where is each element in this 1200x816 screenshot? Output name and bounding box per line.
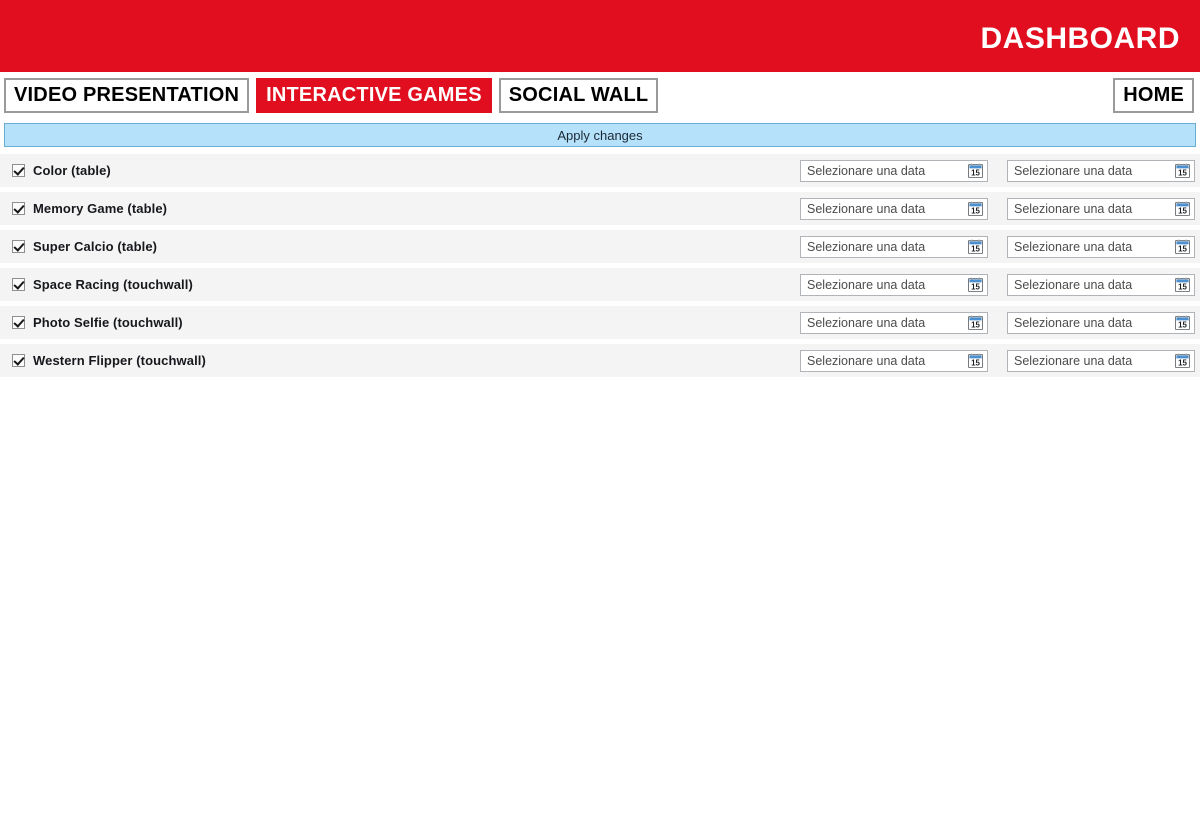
date-from-input[interactable]: Selezionare una data 15 [800,273,988,296]
calendar-icon[interactable]: 15 [1175,163,1190,178]
games-list: Color (table) Selezionare una data 15 Selez… [0,154,1200,377]
date-to-input[interactable]: Selezionare una data 15 [1007,273,1195,296]
home-button[interactable]: HOME [1113,77,1194,113]
svg-text:15: 15 [1178,282,1187,291]
row-date-group: Selezionare una data 15 Selezionare una da… [800,235,1195,258]
row-label-group: Western Flipper (touchwall) [0,353,206,368]
calendar-icon[interactable]: 15 [968,239,983,254]
calendar-icon[interactable]: 15 [1175,353,1190,368]
svg-text:15: 15 [971,320,980,329]
svg-text:15: 15 [1178,320,1187,329]
table-row: Western Flipper (touchwall) Selezionare u… [0,344,1200,377]
calendar-icon[interactable]: 15 [1175,239,1190,254]
row-date-group: Selezionare una data 15 Selezionare una da… [800,273,1195,296]
table-row: Memory Game (table) Selezionare una data 1… [0,192,1200,225]
row-label: Memory Game (table) [33,201,168,216]
calendar-icon[interactable]: 15 [968,353,983,368]
row-label-group: Photo Selfie (touchwall) [0,315,183,330]
tab-social-wall[interactable]: SOCIAL WALL [498,77,659,113]
date-from-input[interactable]: Selezionare una data 15 [800,159,988,182]
date-to-input-text: Selezionare una data [1014,277,1133,292]
row-checkbox[interactable] [12,240,25,253]
table-row: Photo Selfie (touchwall) Selezionare una … [0,306,1200,339]
header-banner: DASHBOARD [0,0,1200,72]
svg-text:15: 15 [1178,168,1187,177]
row-checkbox[interactable] [12,316,25,329]
svg-text:15: 15 [971,168,980,177]
calendar-icon[interactable]: 15 [1175,201,1190,216]
calendar-icon[interactable]: 15 [1175,277,1190,292]
row-label: Space Racing (touchwall) [33,277,193,292]
table-row: Color (table) Selezionare una data 15 Selez… [0,154,1200,187]
table-row: Super Calcio (table) Selezionare una data… [0,230,1200,263]
row-date-group: Selezionare una data 15 Selezionare una da… [800,349,1195,372]
date-to-input-text: Selezionare una data [1014,201,1133,216]
svg-text:15: 15 [971,244,980,253]
calendar-icon[interactable]: 15 [1175,315,1190,330]
date-from-input-text: Selezionare una data [807,277,926,292]
date-from-input-text: Selezionare una data [807,201,926,216]
row-checkbox[interactable] [12,278,25,291]
date-from-input-text: Selezionare una data [807,315,926,330]
row-date-group: Selezionare una data 15 Selezionare una da… [800,197,1195,220]
date-from-input-text: Selezionare una data [807,239,926,254]
calendar-icon[interactable]: 15 [968,277,983,292]
tab-interactive-games[interactable]: INTERACTIVE GAMES [256,77,492,113]
row-label-group: Color (table) [0,163,111,178]
row-label: Western Flipper (touchwall) [33,353,206,368]
date-to-input[interactable]: Selezionare una data 15 [1007,349,1195,372]
row-checkbox[interactable] [12,164,25,177]
page-title: DASHBOARD [980,22,1180,55]
row-checkbox[interactable] [12,354,25,367]
row-date-group: Selezionare una data 15 Selezionare una da… [800,311,1195,334]
row-label-group: Super Calcio (table) [0,239,157,254]
calendar-icon[interactable]: 15 [968,163,983,178]
svg-text:15: 15 [971,206,980,215]
date-to-input-text: Selezionare una data [1014,239,1133,254]
tab-group: VIDEO PRESENTATION INTERACTIVE GAMES SOC… [4,77,659,113]
svg-text:15: 15 [971,282,980,291]
tab-video-presentation[interactable]: VIDEO PRESENTATION [4,77,250,113]
calendar-icon[interactable]: 15 [968,315,983,330]
date-to-input-text: Selezionare una data [1014,353,1133,368]
date-to-input[interactable]: Selezionare una data 15 [1007,159,1195,182]
table-row: Space Racing (touchwall) Selezionare una … [0,268,1200,301]
date-from-input[interactable]: Selezionare una data 15 [800,197,988,220]
svg-text:15: 15 [1178,358,1187,367]
row-date-group: Selezionare una data 15 Selezionare una da… [800,159,1195,182]
row-checkbox[interactable] [12,202,25,215]
row-label: Super Calcio (table) [33,239,158,254]
svg-text:15: 15 [1178,206,1187,215]
apply-changes-container: Apply changes [0,118,1200,147]
date-to-input[interactable]: Selezionare una data 15 [1007,311,1195,334]
date-to-input[interactable]: Selezionare una data 15 [1007,197,1195,220]
date-to-input-text: Selezionare una data [1014,315,1133,330]
date-from-input[interactable]: Selezionare una data 15 [800,349,988,372]
apply-changes-button[interactable]: Apply changes [4,123,1196,147]
svg-text:15: 15 [1178,244,1187,253]
tab-bar: VIDEO PRESENTATION INTERACTIVE GAMES SOC… [0,72,1200,118]
row-label: Color (table) [33,163,111,178]
row-label: Photo Selfie (touchwall) [33,315,183,330]
date-to-input[interactable]: Selezionare una data 15 [1007,235,1195,258]
date-from-input-text: Selezionare una data [807,353,926,368]
date-to-input-text: Selezionare una data [1014,163,1133,178]
calendar-icon[interactable]: 15 [968,201,983,216]
svg-text:15: 15 [971,358,980,367]
date-from-input[interactable]: Selezionare una data 15 [800,311,988,334]
date-from-input-text: Selezionare una data [807,163,926,178]
row-label-group: Space Racing (touchwall) [0,277,193,292]
date-from-input[interactable]: Selezionare una data 15 [800,235,988,258]
row-label-group: Memory Game (table) [0,201,167,216]
